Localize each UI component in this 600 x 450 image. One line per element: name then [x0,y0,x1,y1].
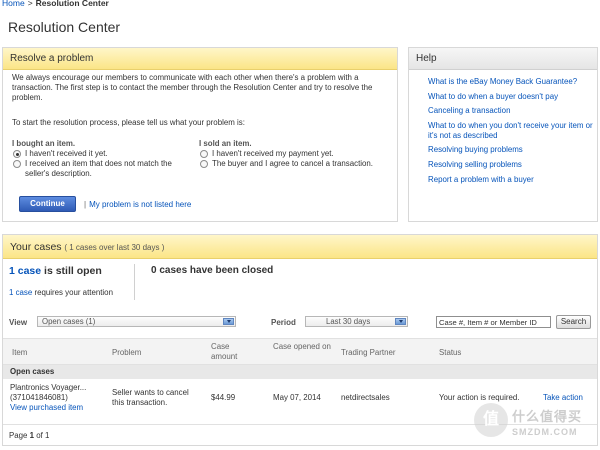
item-number: (371041846081) [10,393,68,402]
radio-button[interactable] [200,150,208,158]
page-title: Resolution Center [8,19,121,35]
column-header-item: Item [12,348,28,357]
radio-label: The buyer and I agree to cancel a transa… [212,159,373,168]
amount-cell: $44.99 [211,393,236,402]
take-action-link[interactable]: Take action [543,393,583,403]
chevron-down-icon[interactable] [223,318,234,325]
resolve-problem-panel: Resolve a problem We always encourage ou… [2,47,398,222]
view-purchased-item-link[interactable]: View purchased item [10,403,110,413]
help-link[interactable]: Canceling a transaction [428,106,593,116]
problem-cell: Seller wants to cancel this transaction. [112,388,189,407]
help-link[interactable]: Resolving buying problems [428,145,593,155]
not-listed-container: | My problem is not listed here [84,200,191,209]
help-links-list: What is the eBay Money Back Guarantee? W… [428,77,593,189]
breadcrumb: Home > Resolution Center [2,0,109,8]
sold-item-title: I sold an item. [199,139,252,148]
help-link[interactable]: Resolving selling problems [428,160,593,170]
attention-summary: 1 case requires your attention [9,288,113,297]
pager-prefix: Page [9,431,30,440]
radio-not-received[interactable]: I haven't received it yet. [12,149,192,159]
view-label: View [9,318,28,327]
help-link[interactable]: What is the eBay Money Back Guarantee? [428,77,593,87]
column-header-opened: Case opened on [273,342,331,351]
period-label: Period [271,318,296,327]
open-cases-group-row: Open cases [3,365,597,379]
status-cell: Your action is required. [439,393,520,402]
column-header-partner: Trading Partner [341,348,396,357]
radio-label: I haven't received it yet. [25,149,108,158]
column-header-status: Status [439,348,462,357]
resolve-intro-text: We always encourage our members to commu… [12,73,373,102]
bought-item-group: I bought an item. I haven't received it … [12,139,192,179]
radio-cancel-transaction[interactable]: The buyer and I agree to cancel a transa… [199,159,394,169]
search-button[interactable]: Search [556,315,591,329]
radio-button-checked[interactable] [13,150,21,158]
pagination: Page 1 of 1 [9,431,49,440]
case-search-input[interactable] [436,316,551,328]
radio-button[interactable] [200,160,208,168]
closed-cases-summary: 0 cases have been closed [151,265,274,276]
help-link[interactable]: What to do when a buyer doesn't pay [428,92,593,102]
help-panel: Help What is the eBay Money Back Guarant… [408,47,598,222]
breadcrumb-home-link[interactable]: Home [2,0,25,8]
item-cell: Plantronics Voyager... (371041846081) Vi… [10,383,110,413]
attention-text: requires your attention [32,288,113,297]
period-select-value: Last 30 days [326,317,371,326]
your-cases-title: Your cases [10,241,62,253]
item-title: Plantronics Voyager... [10,383,87,392]
column-header-amount: Case amount [211,342,238,361]
radio-not-as-described[interactable]: I received an item that does not match t… [12,159,192,179]
radio-label: I received an item that does not match t… [25,159,172,178]
watermark-badge: 值 [474,403,508,437]
open-cases-count-link[interactable]: 1 case [9,265,41,277]
opened-cell: May 07, 2014 [273,393,321,402]
attention-count-link[interactable]: 1 case [9,288,32,297]
help-link[interactable]: Report a problem with a buyer [428,175,593,185]
summary-divider [134,264,135,300]
cases-table-header: Item Problem Case amount Case opened on … [3,338,597,365]
your-cases-header: Your cases ( 1 cases over last 30 days ) [3,235,597,259]
breadcrumb-current: Resolution Center [35,0,109,8]
breadcrumb-separator: > [27,0,33,8]
radio-no-payment[interactable]: I haven't received my payment yet. [199,149,394,159]
filter-row: View Open cases (1) Period Last 30 days … [9,315,595,331]
partner-cell: netdirectsales [341,393,390,402]
watermark: 值 什么值得买 SMZDM.COM [474,403,598,447]
your-cases-subtitle: ( 1 cases over last 30 days ) [64,243,165,252]
period-select[interactable]: Last 30 days [305,316,408,327]
sold-item-group: I sold an item. I haven't received my pa… [199,139,394,169]
watermark-text: 什么值得买 [512,409,583,424]
link-separator: | [84,200,87,209]
view-select-value: Open cases (1) [42,317,96,326]
continue-button[interactable]: Continue [19,196,76,212]
help-header: Help [409,48,597,70]
help-link[interactable]: What to do when you don't receive your i… [428,121,593,141]
bought-item-title: I bought an item. [12,139,76,148]
open-cases-text: is still open [41,265,102,277]
column-header-problem: Problem [112,348,142,357]
view-select[interactable]: Open cases (1) [37,316,236,327]
radio-label: I haven't received my payment yet. [212,149,334,158]
problem-not-listed-link[interactable]: My problem is not listed here [89,200,191,209]
radio-button[interactable] [13,160,21,168]
watermark-subtext: SMZDM.COM [512,427,578,437]
resolve-prompt-text: To start the resolution process, please … [12,118,245,127]
open-cases-summary: 1 case is still open [9,265,102,277]
resolve-problem-header: Resolve a problem [3,48,397,70]
chevron-down-icon[interactable] [395,318,406,325]
pager-suffix: of 1 [34,431,50,440]
